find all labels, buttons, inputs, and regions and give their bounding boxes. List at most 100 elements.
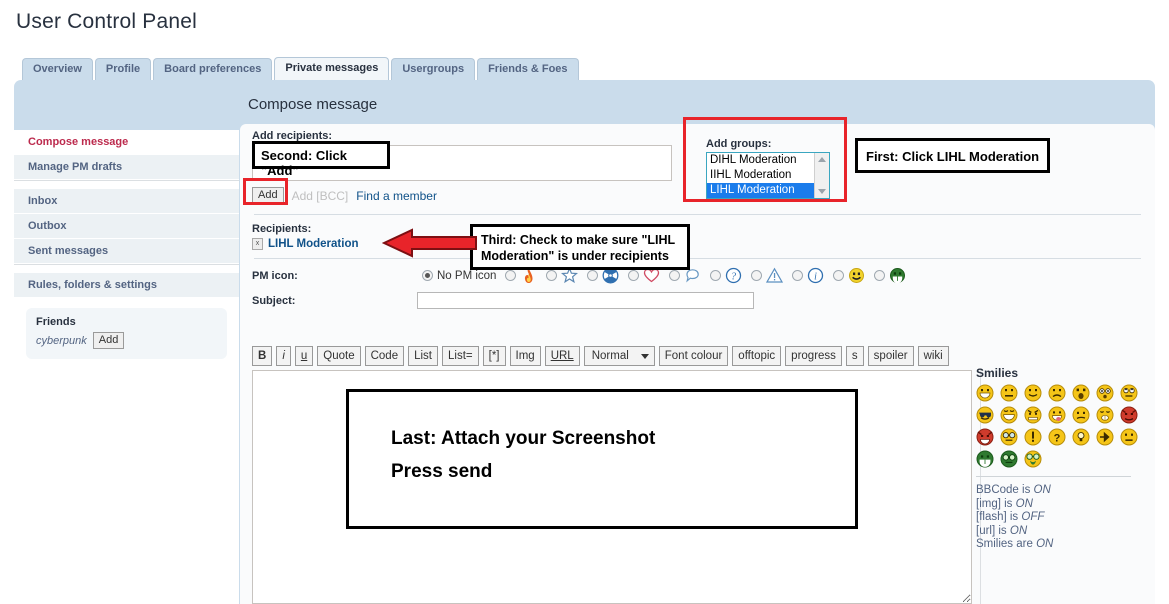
smiley-twisted-icon[interactable] (976, 428, 994, 446)
radio-radiation-icon[interactable] (587, 270, 599, 281)
svg-text:?: ? (1054, 432, 1061, 444)
radio-fire-icon[interactable] (505, 270, 517, 281)
bbcode-progress-button[interactable]: progress (785, 346, 842, 366)
radio-smiley-icon[interactable] (833, 270, 845, 281)
pm-icon-option-none[interactable]: No PM icon (422, 270, 496, 282)
radio-question-icon[interactable] (710, 270, 722, 281)
friend-name: cyberpunk (36, 334, 87, 347)
tab-friends-and-foes[interactable]: Friends & Foes (477, 58, 579, 81)
smiley-confused-icon[interactable] (1072, 406, 1090, 424)
sidebar-item-manage-pm-drafts[interactable]: Manage PM drafts (14, 155, 239, 180)
smiley-surprised-icon[interactable] (1096, 384, 1114, 402)
bbcode-quote-button[interactable]: Quote (317, 346, 361, 366)
recipient-name[interactable]: LIHL Moderation (268, 238, 359, 250)
radio-star-icon[interactable] (546, 270, 558, 281)
bbcode-offtopic-button[interactable]: offtopic (732, 346, 782, 366)
smiley-cry-icon[interactable] (1096, 406, 1114, 424)
smiley-sad-icon[interactable] (1048, 384, 1066, 402)
radio-no-pm-icon[interactable] (422, 270, 433, 281)
sidebar-item-sent-messages[interactable]: Sent messages (14, 239, 239, 264)
sidebar-item-outbox[interactable]: Outbox (14, 214, 239, 239)
smiley-question-icon[interactable]: ? (1048, 428, 1066, 446)
smiley-icon[interactable] (848, 267, 865, 284)
find-a-member-link[interactable]: Find a member (356, 189, 437, 203)
remove-recipient-icon[interactable]: x (252, 238, 263, 250)
font-size-select[interactable]: Normal (583, 346, 655, 366)
smiley-rolleyes-icon[interactable] (1120, 384, 1138, 402)
bbcode-spoiler-button[interactable]: spoiler (867, 346, 914, 366)
pm-icon-option-question[interactable]: ? (710, 267, 742, 284)
bbcode-list-ordered-button[interactable]: List= (442, 346, 479, 366)
smiley-cool-icon[interactable] (976, 406, 994, 424)
sidebar-divider-2 (14, 264, 239, 273)
svg-text:i: i (815, 271, 818, 282)
main-tabs: Overview Profile Board preferences Priva… (22, 56, 579, 81)
pm-icon-option-green-grin[interactable] (874, 267, 906, 284)
annotation-last: Last: Attach your Screenshot Press send (346, 389, 858, 529)
bbcode-status: BBCode is ON [img] is ON [flash] is OFF … (976, 484, 1152, 552)
info-icon[interactable]: i (807, 267, 824, 284)
smiley-mrgreen-icon[interactable] (976, 450, 994, 468)
smilies-grid: ? (976, 384, 1152, 468)
tab-board-preferences[interactable]: Board preferences (153, 58, 273, 81)
smiley-neutral2-icon[interactable] (1120, 428, 1138, 446)
smiley-geek-icon[interactable] (1000, 428, 1018, 446)
tab-overview[interactable]: Overview (22, 58, 93, 81)
bbcode-strike-button[interactable]: s (845, 346, 864, 366)
bbcode-img-button[interactable]: Img (509, 346, 541, 366)
add-bcc-button[interactable]: Add [BCC] (292, 189, 349, 203)
page-title: User Control Panel (16, 10, 198, 33)
sidebar-group-folders: Inbox Outbox Sent messages (14, 189, 239, 264)
bbcode-underline-button[interactable]: u (294, 346, 314, 366)
smiley-shocked-icon[interactable] (1072, 384, 1090, 402)
smiley-arrow-icon[interactable] (1096, 428, 1114, 446)
status-url: [url] is ON (976, 524, 1028, 537)
question-icon[interactable]: ? (725, 267, 742, 284)
smiley-smile-icon[interactable] (1024, 384, 1042, 402)
pm-icon-option-warning[interactable] (751, 267, 784, 284)
annotation-last-line1: Last: Attach your Screenshot (391, 428, 656, 449)
smiley-exclaim-icon[interactable] (1024, 428, 1042, 446)
bbcode-bold-button[interactable]: B (252, 346, 273, 366)
smiley-neutral-icon[interactable] (1000, 384, 1018, 402)
tab-profile[interactable]: Profile (94, 58, 152, 81)
radio-heart-icon[interactable] (628, 270, 640, 281)
status-smilies: Smilies are ON (976, 538, 1054, 550)
annotation-last-line2: Press send (391, 461, 493, 482)
smilies-divider-line (976, 476, 1131, 477)
green-grin-icon[interactable] (889, 267, 906, 284)
smiley-laugh-icon[interactable] (1000, 406, 1018, 424)
font-colour-button[interactable]: Font colour (658, 346, 729, 366)
tab-usergroups[interactable]: Usergroups (391, 58, 476, 81)
subject-input[interactable] (417, 292, 754, 309)
radio-warning-icon[interactable] (751, 270, 763, 281)
pm-icon-option-smiley[interactable] (833, 267, 865, 284)
radio-green-grin-icon[interactable] (874, 270, 886, 281)
bbcode-wiki-button[interactable]: wiki (917, 346, 949, 366)
warning-icon[interactable] (766, 267, 784, 284)
bbcode-code-button[interactable]: Code (364, 346, 405, 366)
bbcode-url-button[interactable]: URL (544, 346, 580, 366)
smiley-razz-icon[interactable] (1048, 406, 1066, 424)
friend-add-button[interactable]: Add (92, 332, 125, 349)
recipients-section: Recipients: x LIHL Moderation (240, 215, 1155, 258)
pm-icon-option-info[interactable]: i (792, 267, 824, 284)
smiley-grin-icon[interactable] (976, 384, 994, 402)
smiley-mad-icon[interactable] (1024, 406, 1042, 424)
subject-label: Subject: (252, 294, 296, 307)
radio-thought-bubble-icon[interactable] (669, 270, 681, 281)
tab-private-messages[interactable]: Private messages (274, 57, 390, 81)
smiley-evil-icon[interactable] (1120, 406, 1138, 424)
smiley-idea-icon[interactable] (1072, 428, 1090, 446)
sidebar-item-compose-message[interactable]: Compose message (14, 130, 239, 155)
bbcode-list-button[interactable]: List (408, 346, 439, 366)
sidebar-item-rules-folders-settings[interactable]: Rules, folders & settings (14, 273, 239, 298)
smilies-title: Smilies (976, 366, 1019, 380)
radio-info-icon[interactable] (792, 270, 804, 281)
sidebar-item-inbox[interactable]: Inbox (14, 189, 239, 214)
bbcode-list-item-button[interactable]: [*] (482, 346, 506, 366)
bbcode-italic-button[interactable]: i (276, 346, 291, 366)
sidebar: Compose message Manage PM drafts Inbox O… (14, 130, 239, 604)
smiley-ugeek-icon[interactable] (1024, 450, 1042, 468)
smiley-nerd-icon[interactable] (1000, 450, 1018, 468)
